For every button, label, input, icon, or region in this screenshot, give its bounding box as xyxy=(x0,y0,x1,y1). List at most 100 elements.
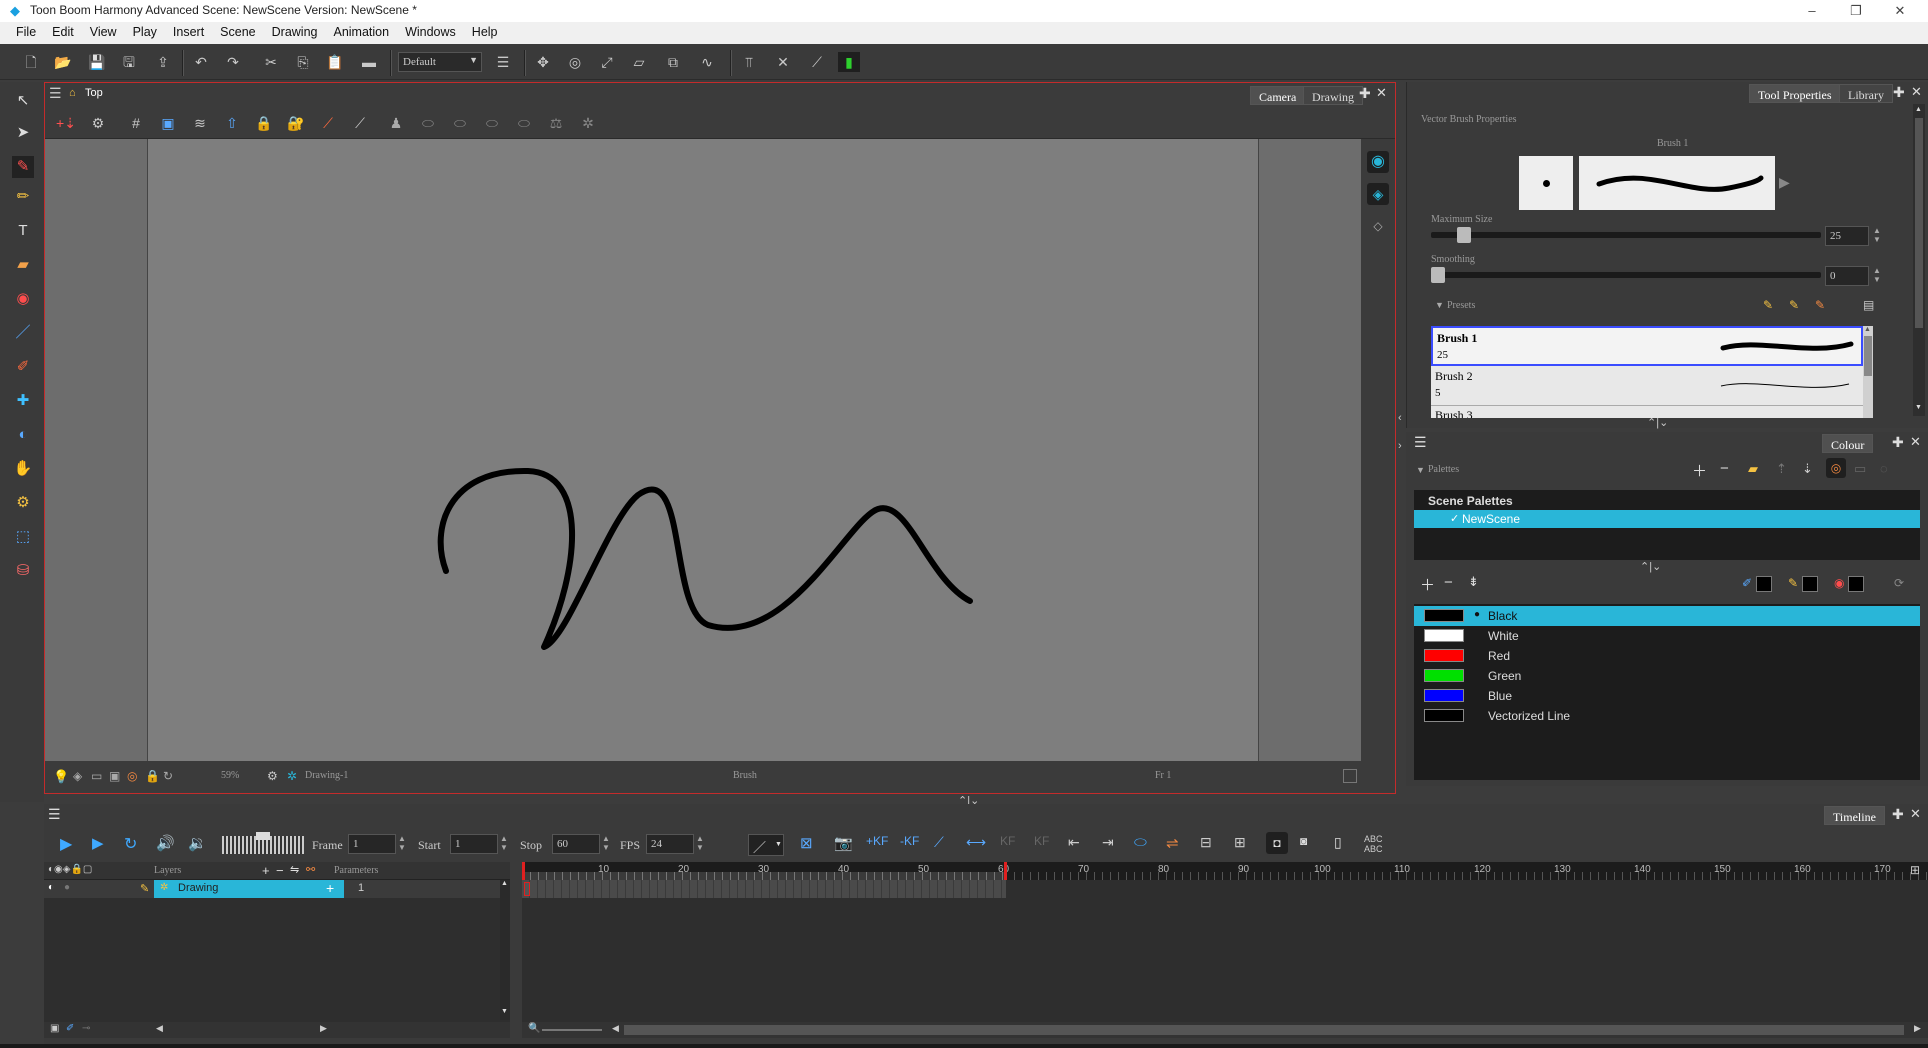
palettes-expand-icon[interactable]: ▼ xyxy=(1416,465,1425,475)
menu-file[interactable]: File xyxy=(0,22,44,39)
play-icon[interactable]: ▶ xyxy=(60,834,72,854)
pencil-colour-swatch[interactable] xyxy=(1756,576,1772,592)
pivot-tool-icon[interactable]: ✚ xyxy=(12,390,34,412)
tab-colour[interactable]: Colour xyxy=(1822,434,1874,453)
preset-item[interactable]: Brush 1 25 xyxy=(1431,326,1863,366)
frames-scroll-right-icon[interactable]: ▶ xyxy=(1914,1023,1921,1034)
playback-speed-slider[interactable] xyxy=(222,832,304,854)
paint-colour-swatch[interactable] xyxy=(1848,576,1864,592)
link-colours-icon[interactable]: ⟳ xyxy=(1894,576,1904,590)
grid-icon[interactable]: # xyxy=(125,113,147,133)
text-tool-icon[interactable]: T xyxy=(12,220,34,242)
layer-frames-row[interactable] xyxy=(522,880,1006,898)
remove-keyframe-icon[interactable]: -KF xyxy=(900,834,919,848)
move-down-icon[interactable]: ⇣ xyxy=(1802,461,1813,477)
scroll-up-icon[interactable]: ▲ xyxy=(501,880,508,887)
reset-view-icon[interactable]: ↻ xyxy=(163,769,173,783)
layer-lock-icon[interactable]: ● xyxy=(64,882,70,893)
skew-icon[interactable]: ▱ xyxy=(628,52,650,72)
rotate-icon[interactable]: ◎ xyxy=(564,52,586,72)
colour-swatch-row[interactable]: Red xyxy=(1414,646,1920,666)
menu-animation[interactable]: Animation xyxy=(325,22,397,39)
close-button[interactable]: ✕ xyxy=(1878,0,1922,22)
brush-colour-swatch[interactable] xyxy=(1802,576,1818,592)
scroll-up-icon[interactable]: ▲ xyxy=(1864,326,1871,333)
brush-colour-icon[interactable]: ✎ xyxy=(1788,576,1798,590)
colour-options-icon[interactable]: ⇟ xyxy=(1468,574,1479,590)
stamp-tool-icon[interactable]: ⛁ xyxy=(12,560,34,582)
sound-scrub-icon[interactable]: 🔉 xyxy=(188,834,207,852)
disk-2-icon[interactable]: ⬭ xyxy=(449,113,471,133)
tab-drawing[interactable]: Drawing xyxy=(1303,86,1363,105)
lock-icon[interactable]: 🔒 xyxy=(253,113,275,133)
layers-icon[interactable]: ◈ xyxy=(1367,183,1389,205)
layer-row[interactable]: ◐ ● ✎ ✲ Drawing + 1 xyxy=(44,880,500,898)
layer-add-icon[interactable]: + xyxy=(326,880,334,896)
paint-colour-icon[interactable]: ◉ xyxy=(1834,576,1844,590)
open-icon[interactable]: 📂 xyxy=(52,52,74,72)
palette-link-icon[interactable]: ◎ xyxy=(1826,458,1846,478)
preset-menu-icon[interactable]: ▤ xyxy=(1863,298,1874,312)
new-scene-icon[interactable]: 🗋 xyxy=(20,52,42,72)
undo-icon[interactable]: ↶ xyxy=(190,52,212,72)
smoothing-field[interactable]: 0 xyxy=(1825,266,1869,286)
add-timeline-tab-icon[interactable]: ✚ xyxy=(1892,806,1904,823)
layers-scrollbar[interactable]: ▲ ▼ xyxy=(500,880,510,1020)
sound-icon[interactable]: 🔊 xyxy=(156,834,175,852)
scale-icon[interactable]: ⤢ xyxy=(596,52,618,72)
ease-type-select[interactable]: ／ ▼ xyxy=(748,834,784,856)
pencil-colour-icon[interactable]: ✐ xyxy=(1742,576,1752,590)
light-icon[interactable]: ♟ xyxy=(385,113,407,133)
tab-tool-properties[interactable]: Tool Properties xyxy=(1749,84,1841,103)
layer-visibility-icon[interactable]: ◐ xyxy=(48,882,54,893)
tab-timeline[interactable]: Timeline xyxy=(1824,806,1885,825)
view-mode-3-icon[interactable]: ▯ xyxy=(1334,834,1342,851)
layer-name-cell[interactable]: ✲ Drawing + xyxy=(154,880,344,898)
scroll-thumb[interactable] xyxy=(1864,336,1872,376)
tool-properties-scrollbar[interactable]: ▲ ▼ xyxy=(1913,104,1925,416)
eye-icon[interactable]: ◉ xyxy=(1367,151,1389,173)
view-mode-1-icon[interactable]: ◘ xyxy=(1266,832,1288,854)
max-size-slider[interactable] xyxy=(1431,227,1821,243)
brush-tip-preview[interactable] xyxy=(1519,156,1573,210)
loop-icon[interactable]: ↻ xyxy=(124,834,137,854)
reverse-icon[interactable]: ⇌ xyxy=(1166,834,1179,852)
scroll-thumb[interactable] xyxy=(1915,118,1923,328)
keyframe-disabled-2-icon[interactable]: KF xyxy=(1034,834,1049,848)
insert-frame-icon[interactable]: ⇤ xyxy=(1068,834,1080,851)
pegs-icon[interactable]: ⫪ xyxy=(738,52,760,72)
lock-toggle-icon[interactable]: 🔒 xyxy=(145,769,160,783)
menu-scene[interactable]: Scene xyxy=(212,22,263,39)
diamond-icon[interactable]: ◇ xyxy=(1367,215,1389,237)
bone-icon[interactable]: ⟋ xyxy=(806,52,828,72)
playhead-frame[interactable] xyxy=(524,882,530,896)
hand-tool-icon[interactable]: ✋ xyxy=(12,458,34,480)
start-field[interactable]: 1 xyxy=(450,834,498,854)
view-mode-2-icon[interactable]: ◙ xyxy=(1300,834,1307,848)
settings-gear-icon[interactable]: ⚙ xyxy=(87,113,109,133)
expose-icon[interactable]: ⬭ xyxy=(1134,834,1147,851)
frames-scroll-left-icon[interactable]: ◀ xyxy=(612,1023,619,1034)
add-drawing-icon[interactable]: +⇣ xyxy=(55,113,77,133)
zoom-icon[interactable]: 🔍 xyxy=(528,1023,540,1034)
footer-slider-icon[interactable]: ⊸ xyxy=(82,1023,90,1034)
palette-folder-icon[interactable]: ▰ xyxy=(1748,461,1758,477)
smoothing-slider[interactable] xyxy=(1431,267,1821,283)
ruler-icon[interactable]: ⟋ xyxy=(317,113,339,133)
tab-camera[interactable]: Camera xyxy=(1250,86,1306,105)
pencil-tool-icon[interactable]: ✏ xyxy=(12,186,34,208)
menu-insert[interactable]: Insert xyxy=(165,22,212,39)
add-tab-icon[interactable]: ✚ xyxy=(1893,84,1905,101)
restore-button[interactable]: ❐ xyxy=(1834,0,1878,22)
copy-icon[interactable]: ⎘ xyxy=(292,52,314,72)
preset-item[interactable]: Brush 2 5 xyxy=(1431,366,1863,406)
menu-help[interactable]: Help xyxy=(464,22,506,39)
layer-toggles-icon[interactable]: ◐◉◈🔒▢ xyxy=(48,864,92,875)
palette-item[interactable]: ✓ NewScene xyxy=(1414,510,1920,528)
close-tab-icon[interactable]: ✕ xyxy=(1911,84,1922,100)
menu-play[interactable]: Play xyxy=(125,22,165,39)
move-up-icon[interactable]: ⇡ xyxy=(1776,461,1787,477)
keyframe-disabled-icon[interactable]: KF xyxy=(1000,834,1015,848)
start-marker[interactable] xyxy=(522,862,525,880)
cut-icon[interactable]: ✂ xyxy=(260,52,282,72)
